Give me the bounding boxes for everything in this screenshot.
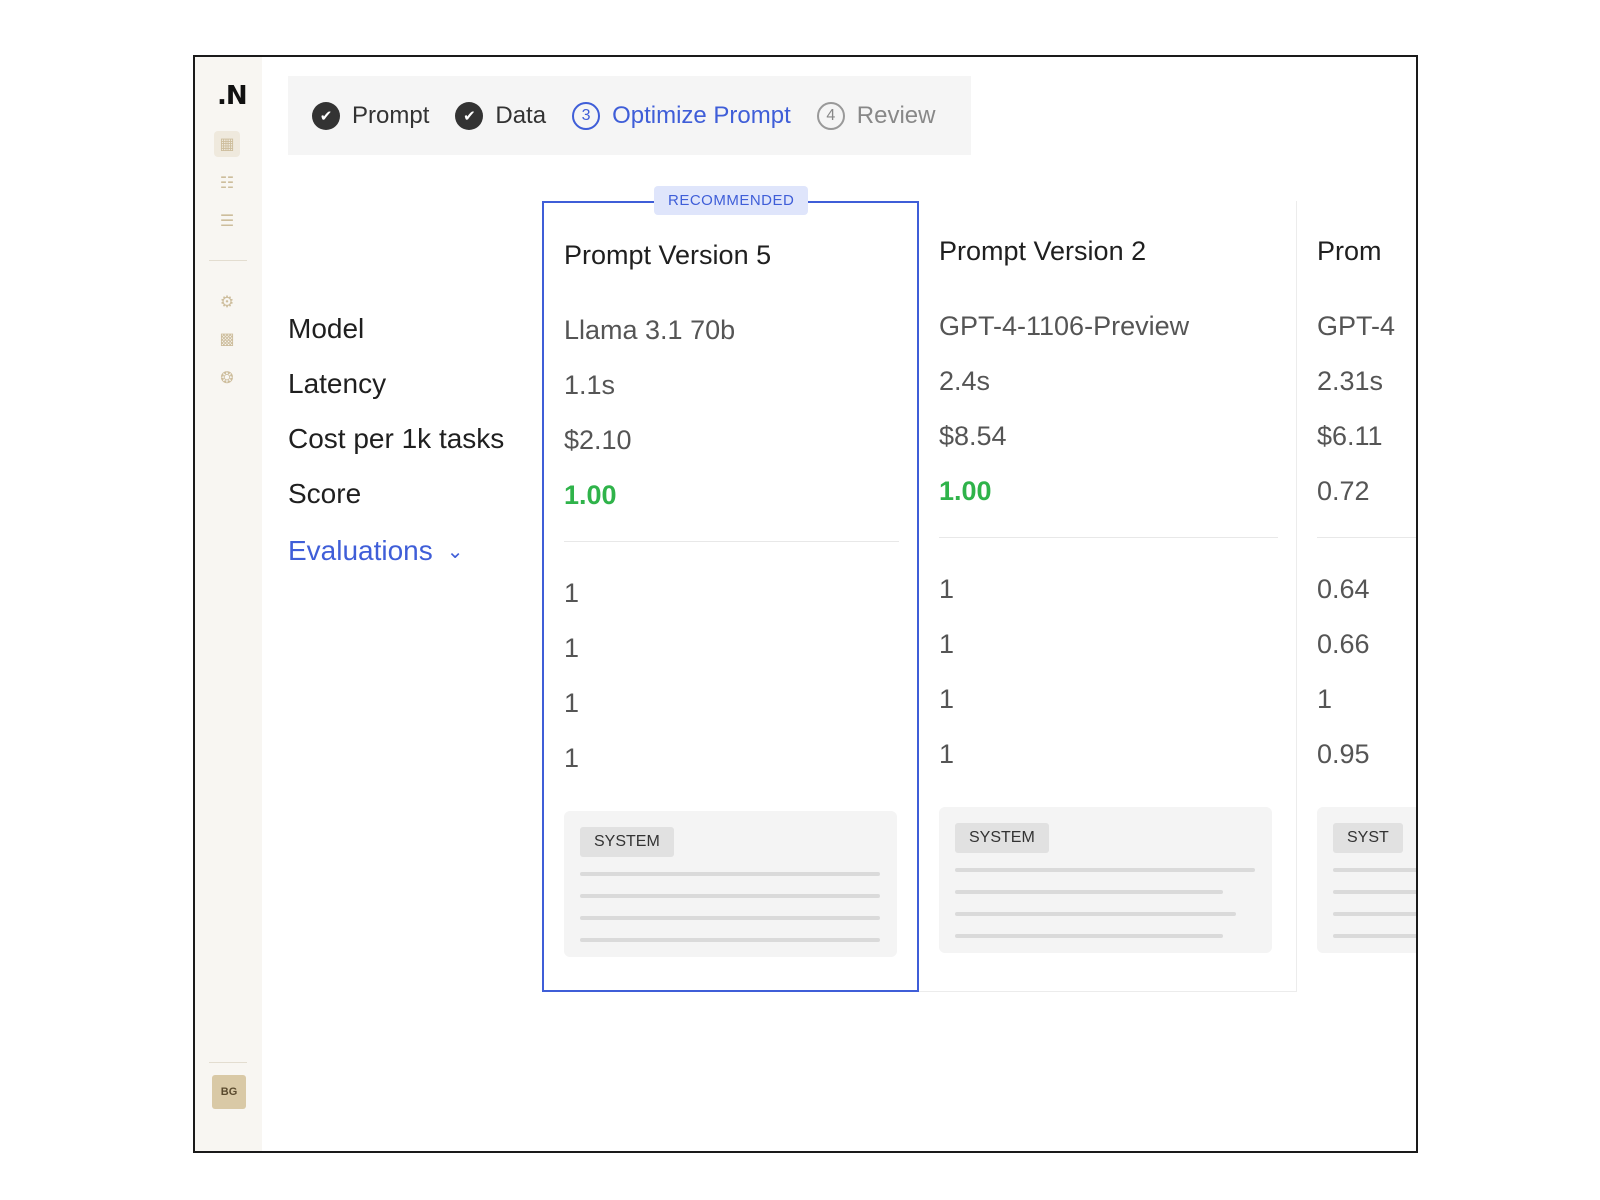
cost-value: $8.54 [939,421,1007,451]
step-data[interactable]: ✔ Data [455,101,547,130]
text-placeholder-line [955,890,1223,894]
stepper: ✔ Prompt ✔ Data 3 Optimize Prompt 4 Revi… [288,76,971,155]
text-placeholder-line [580,894,880,898]
latency-value: 2.4s [939,366,991,396]
latency-value: 1.1s [564,370,616,400]
label-model: Model [288,313,365,344]
divider [1317,537,1416,538]
text-placeholder-line [955,868,1255,872]
step-label: Review [856,101,936,129]
system-tag: SYST [1333,823,1403,853]
step-review[interactable]: 4 Review [816,101,936,130]
text-placeholder-line [580,916,880,920]
sidebar-divider [209,260,247,261]
recommended-badge: RECOMMENDED [654,186,809,215]
sidebar-divider-bottom [209,1062,247,1063]
system-prompt-preview[interactable]: SYSTEM [564,811,897,957]
model-value: GPT-4 [1317,311,1396,341]
step-prompt[interactable]: ✔ Prompt [312,101,430,130]
system-tag: SYSTEM [580,827,674,857]
gear-icon[interactable]: ⚙ [217,292,237,312]
step-label: Optimize Prompt [612,101,791,129]
eval-value: 1 [564,688,580,718]
system-prompt-preview[interactable]: SYST [1317,807,1416,953]
eval-value: 0.64 [1317,574,1370,604]
text-placeholder-line [955,912,1236,916]
chevron-down-icon: ⌄ [446,540,464,563]
text-placeholder-line [955,934,1223,938]
sliders-icon[interactable]: ☷ [217,173,237,193]
score-value: 1.00 [939,476,992,506]
prompt-version-column[interactable]: Prompt Version 2 GPT-4-1106-Preview 2.4s… [919,201,1297,992]
score-value: 1.00 [564,480,617,510]
prompt-version-column-recommended[interactable]: RECOMMENDED Prompt Version 5 Llama 3.1 7… [542,186,919,992]
label-latency: Latency [288,368,387,399]
eval-value: 1 [939,629,955,659]
text-placeholder-line [1333,912,1416,916]
avatar[interactable]: BG [212,1075,246,1109]
label-cost: Cost per 1k tasks [288,423,505,454]
cost-value: $2.10 [564,425,632,455]
app-window: .N ▦ ☷ ☰ ⚙ ▩ ❂ BG ✔ Prompt ✔ Data 3 Opti… [193,55,1418,1153]
column-title: Prompt Version 2 [939,236,1147,266]
eval-value: 1 [939,739,955,769]
logo[interactable]: .N [217,81,248,111]
lifebuoy-icon[interactable]: ❂ [217,368,237,388]
check-icon: ✔ [312,101,340,130]
eval-value: 0.66 [1317,629,1370,659]
eval-value: 1 [939,684,955,714]
score-value: 0.72 [1317,476,1370,506]
eval-value: 1 [939,574,955,604]
text-placeholder-line [580,872,880,876]
step-optimize-prompt[interactable]: 3 Optimize Prompt [572,101,791,130]
text-placeholder-line [1333,868,1416,872]
system-prompt-preview[interactable]: SYSTEM [939,807,1272,953]
clipboard-icon[interactable]: ▦ [214,131,240,157]
divider [939,537,1278,538]
eval-value: 0.95 [1317,739,1370,769]
eval-value: 1 [564,578,580,608]
model-value: Llama 3.1 70b [564,315,736,345]
eval-value: 1 [564,743,580,773]
label-score: Score [288,478,362,509]
evaluations-label: Evaluations [288,535,433,566]
divider [564,541,899,542]
cost-value: $6.11 [1317,421,1383,451]
latency-value: 2.31s [1317,366,1384,396]
model-value: GPT-4-1106-Preview [939,311,1190,341]
text-placeholder-line [580,938,880,942]
book-icon[interactable]: ▩ [217,329,237,349]
prompt-version-column[interactable]: Prom GPT-4 2.31s $6.11 0.72 0.64 0.66 1 … [1297,201,1416,992]
eval-value: 1 [564,633,580,663]
step-number: 3 [572,101,601,130]
list-icon[interactable]: ☰ [217,211,237,231]
eval-value: 1 [1317,684,1333,714]
step-number: 4 [816,101,845,130]
text-placeholder-line [1333,890,1416,894]
step-label: Data [495,101,547,129]
column-title: Prom [1317,236,1382,266]
step-label: Prompt [352,101,430,129]
evaluations-toggle[interactable]: Evaluations ⌄ [288,535,464,567]
system-tag: SYSTEM [955,823,1049,853]
column-title: Prompt Version 5 [564,240,772,270]
check-icon: ✔ [455,101,484,130]
sidebar: .N ▦ ☷ ☰ ⚙ ▩ ❂ BG [195,57,262,1151]
text-placeholder-line [1333,934,1416,938]
